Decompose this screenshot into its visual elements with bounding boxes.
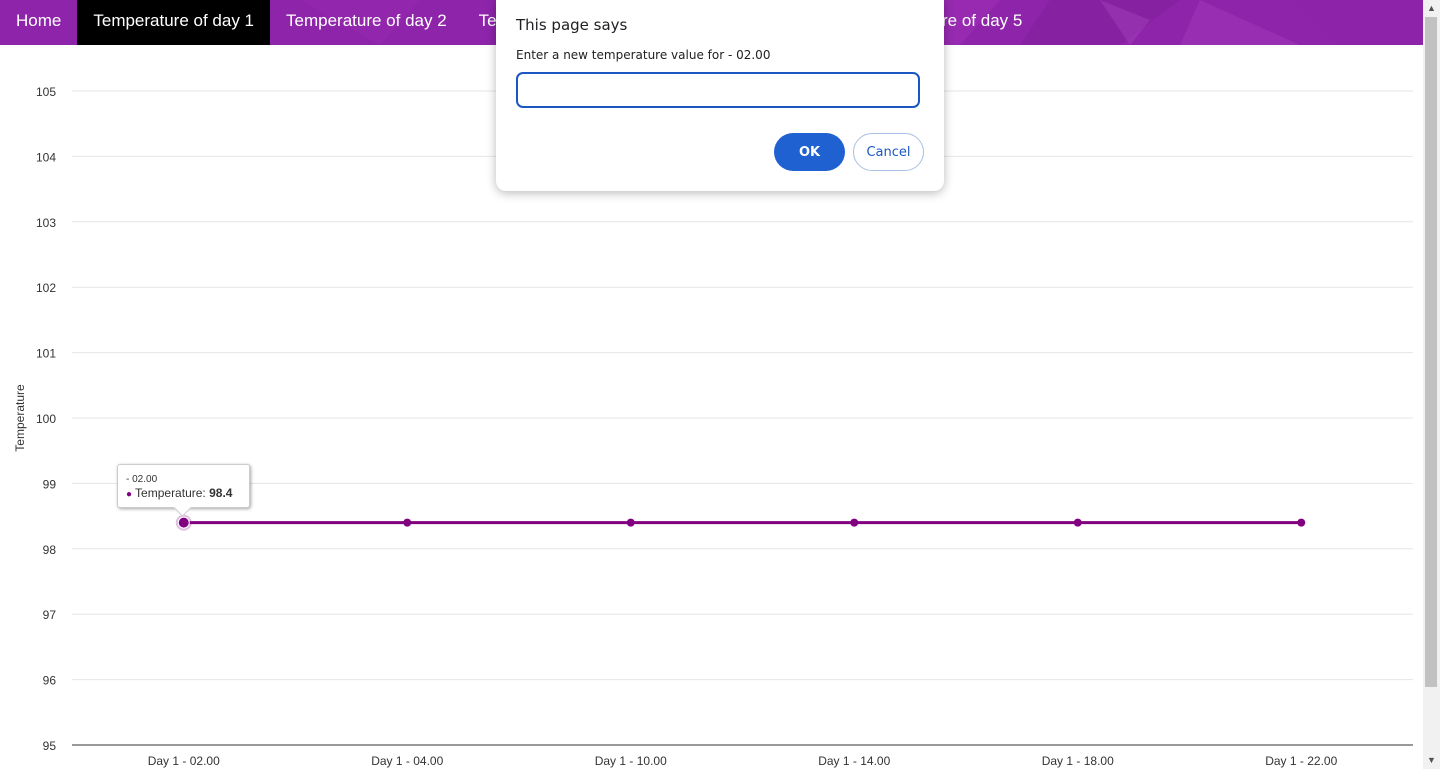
temperature-value-input[interactable] [516, 72, 920, 108]
y-tick-label: 98 [43, 543, 57, 557]
y-axis-title: Temperature [13, 384, 27, 452]
y-tick-label: 101 [36, 347, 56, 361]
x-tick-label: Day 1 - 10.00 [595, 754, 667, 768]
chart-tooltip: - 02.00 ● Temperature: 98.4 [117, 464, 250, 517]
y-tick-label: 97 [43, 608, 57, 622]
data-point[interactable] [1073, 518, 1082, 527]
tooltip-series-dot-icon: ● [126, 489, 133, 500]
dialog-title: This page says [516, 16, 628, 34]
page-scrollbar[interactable]: ▲ ▼ [1423, 0, 1440, 769]
tooltip-value: 98.4 [209, 486, 233, 500]
x-tick-label: Day 1 - 22.00 [1265, 754, 1337, 768]
tab-temperature-day-2[interactable]: Temperature of day 2 [270, 0, 463, 45]
scroll-down-arrow-icon[interactable]: ▼ [1423, 752, 1440, 769]
data-point[interactable] [626, 518, 635, 527]
cancel-button[interactable]: Cancel [853, 133, 924, 171]
tab-home[interactable]: Home [0, 0, 77, 45]
tooltip-header: - 02.00 [126, 474, 158, 485]
y-tick-label: 96 [43, 674, 57, 688]
tooltip-series-label: Temperature: [135, 486, 210, 500]
scroll-thumb[interactable] [1425, 17, 1437, 687]
y-tick-label: 103 [36, 216, 56, 230]
tab-temperature-day-5[interactable]: re of day 5 [942, 0, 1022, 45]
data-point[interactable] [403, 518, 412, 527]
data-point-highlighted[interactable] [177, 516, 190, 529]
y-tick-label: 102 [36, 281, 56, 295]
y-tick-label: 100 [36, 412, 56, 426]
x-axis-ticks: Day 1 - 02.00 Day 1 - 04.00 Day 1 - 10.00 D… [148, 754, 1338, 768]
y-tick-label: 95 [43, 739, 57, 753]
ok-button[interactable]: OK [774, 133, 845, 171]
x-tick-label: Day 1 - 14.00 [818, 754, 890, 768]
tab-temperature-day-1[interactable]: Temperature of day 1 [77, 0, 271, 45]
prompt-dialog: This page says Enter a new temperature v… [496, 0, 944, 191]
data-point[interactable] [1297, 518, 1306, 527]
tooltip-row: ● Temperature: 98.4 [126, 486, 232, 500]
y-axis-ticks: 95 96 97 98 99 100 101 102 103 104 105 [36, 85, 56, 753]
data-point[interactable] [850, 518, 859, 527]
x-tick-label: Day 1 - 02.00 [148, 754, 220, 768]
y-tick-label: 104 [36, 150, 56, 164]
dialog-message: Enter a new temperature value for - 02.0… [516, 48, 771, 62]
y-tick-label: 99 [43, 477, 57, 491]
y-tick-label: 105 [36, 85, 56, 99]
x-tick-label: Day 1 - 04.00 [371, 754, 443, 768]
x-tick-label: Day 1 - 18.00 [1042, 754, 1114, 768]
series-temperature [175, 514, 1306, 531]
scroll-up-arrow-icon[interactable]: ▲ [1423, 0, 1440, 17]
